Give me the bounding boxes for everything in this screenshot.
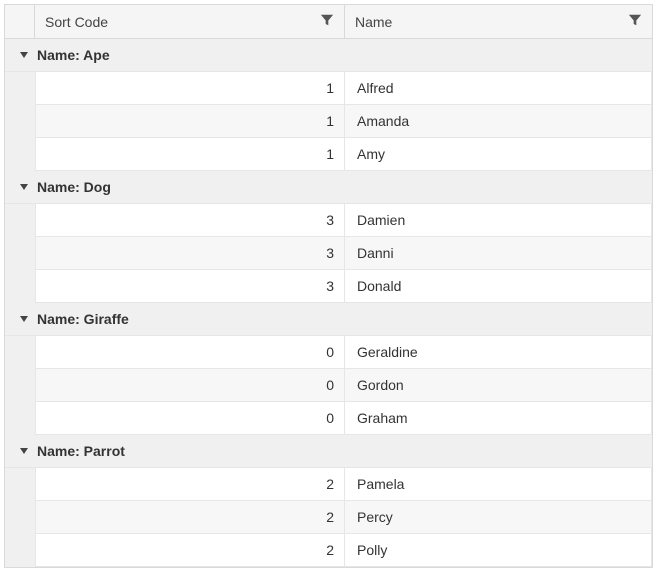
grid-header-row: Sort Code Name	[5, 5, 652, 39]
cell-sortcode: 2	[35, 501, 345, 533]
table-row[interactable]: 3Donald	[35, 270, 652, 303]
cell-name: Graham	[345, 402, 652, 434]
cell-sortcode: 0	[35, 369, 345, 401]
cell-name: Gordon	[345, 369, 652, 401]
cell-sortcode: 2	[35, 468, 345, 500]
cell-sortcode: 1	[35, 138, 345, 170]
column-header-label: Name	[355, 14, 392, 30]
cell-sortcode: 1	[35, 72, 345, 104]
table-row[interactable]: 1Amy	[35, 138, 652, 171]
group-header[interactable]: Name: Dog	[5, 171, 652, 204]
table-row[interactable]: 1Amanda	[35, 105, 652, 138]
table-row[interactable]: 1Alfred	[35, 72, 652, 105]
group-header-label: Name: Parrot	[37, 443, 125, 459]
cell-name: Damien	[345, 204, 652, 236]
cell-name: Pamela	[345, 468, 652, 500]
group-rows: 0Geraldine0Gordon0Graham	[5, 336, 652, 435]
group-header[interactable]: Name: Ape	[5, 39, 652, 72]
group-rows: 1Alfred1Amanda1Amy	[5, 72, 652, 171]
cell-name: Amy	[345, 138, 652, 170]
cell-sortcode: 3	[35, 204, 345, 236]
cell-name: Percy	[345, 501, 652, 533]
cell-name: Amanda	[345, 105, 652, 137]
cell-sortcode: 3	[35, 237, 345, 269]
cell-name: Donald	[345, 270, 652, 302]
table-row[interactable]: 2Pamela	[35, 468, 652, 501]
group-header-label: Name: Ape	[37, 47, 110, 63]
column-header-sortcode[interactable]: Sort Code	[35, 5, 345, 38]
cell-name: Alfred	[345, 72, 652, 104]
cell-sortcode: 2	[35, 534, 345, 566]
triangle-down-icon	[19, 179, 37, 195]
table-row[interactable]: 2Percy	[35, 501, 652, 534]
grid-body: Name: Ape1Alfred1Amanda1AmyName: Dog3Dam…	[5, 39, 652, 567]
cell-name: Polly	[345, 534, 652, 566]
table-row[interactable]: 0Graham	[35, 402, 652, 435]
table-row[interactable]: 3Danni	[35, 237, 652, 270]
group-header-label: Name: Dog	[37, 179, 111, 195]
triangle-down-icon	[19, 443, 37, 459]
table-row[interactable]: 3Damien	[35, 204, 652, 237]
cell-sortcode: 0	[35, 336, 345, 368]
group-rows: 2Pamela2Percy2Polly	[5, 468, 652, 567]
cell-name: Geraldine	[345, 336, 652, 368]
group-header[interactable]: Name: Parrot	[5, 435, 652, 468]
cell-sortcode: 1	[35, 105, 345, 137]
table-row[interactable]: 0Geraldine	[35, 336, 652, 369]
table-row[interactable]: 2Polly	[35, 534, 652, 567]
triangle-down-icon	[19, 311, 37, 327]
cell-sortcode: 3	[35, 270, 345, 302]
column-header-label: Sort Code	[45, 14, 108, 30]
group-header[interactable]: Name: Giraffe	[5, 303, 652, 336]
header-spacer	[5, 5, 35, 38]
triangle-down-icon	[19, 47, 37, 63]
group-rows: 3Damien3Danni3Donald	[5, 204, 652, 303]
data-grid: Sort Code Name Name: Ape1Alfred1Amanda1A…	[4, 4, 653, 568]
cell-name: Danni	[345, 237, 652, 269]
filter-icon[interactable]	[628, 13, 642, 30]
group-header-label: Name: Giraffe	[37, 311, 129, 327]
filter-icon[interactable]	[320, 13, 334, 30]
table-row[interactable]: 0Gordon	[35, 369, 652, 402]
column-header-name[interactable]: Name	[345, 5, 652, 38]
cell-sortcode: 0	[35, 402, 345, 434]
